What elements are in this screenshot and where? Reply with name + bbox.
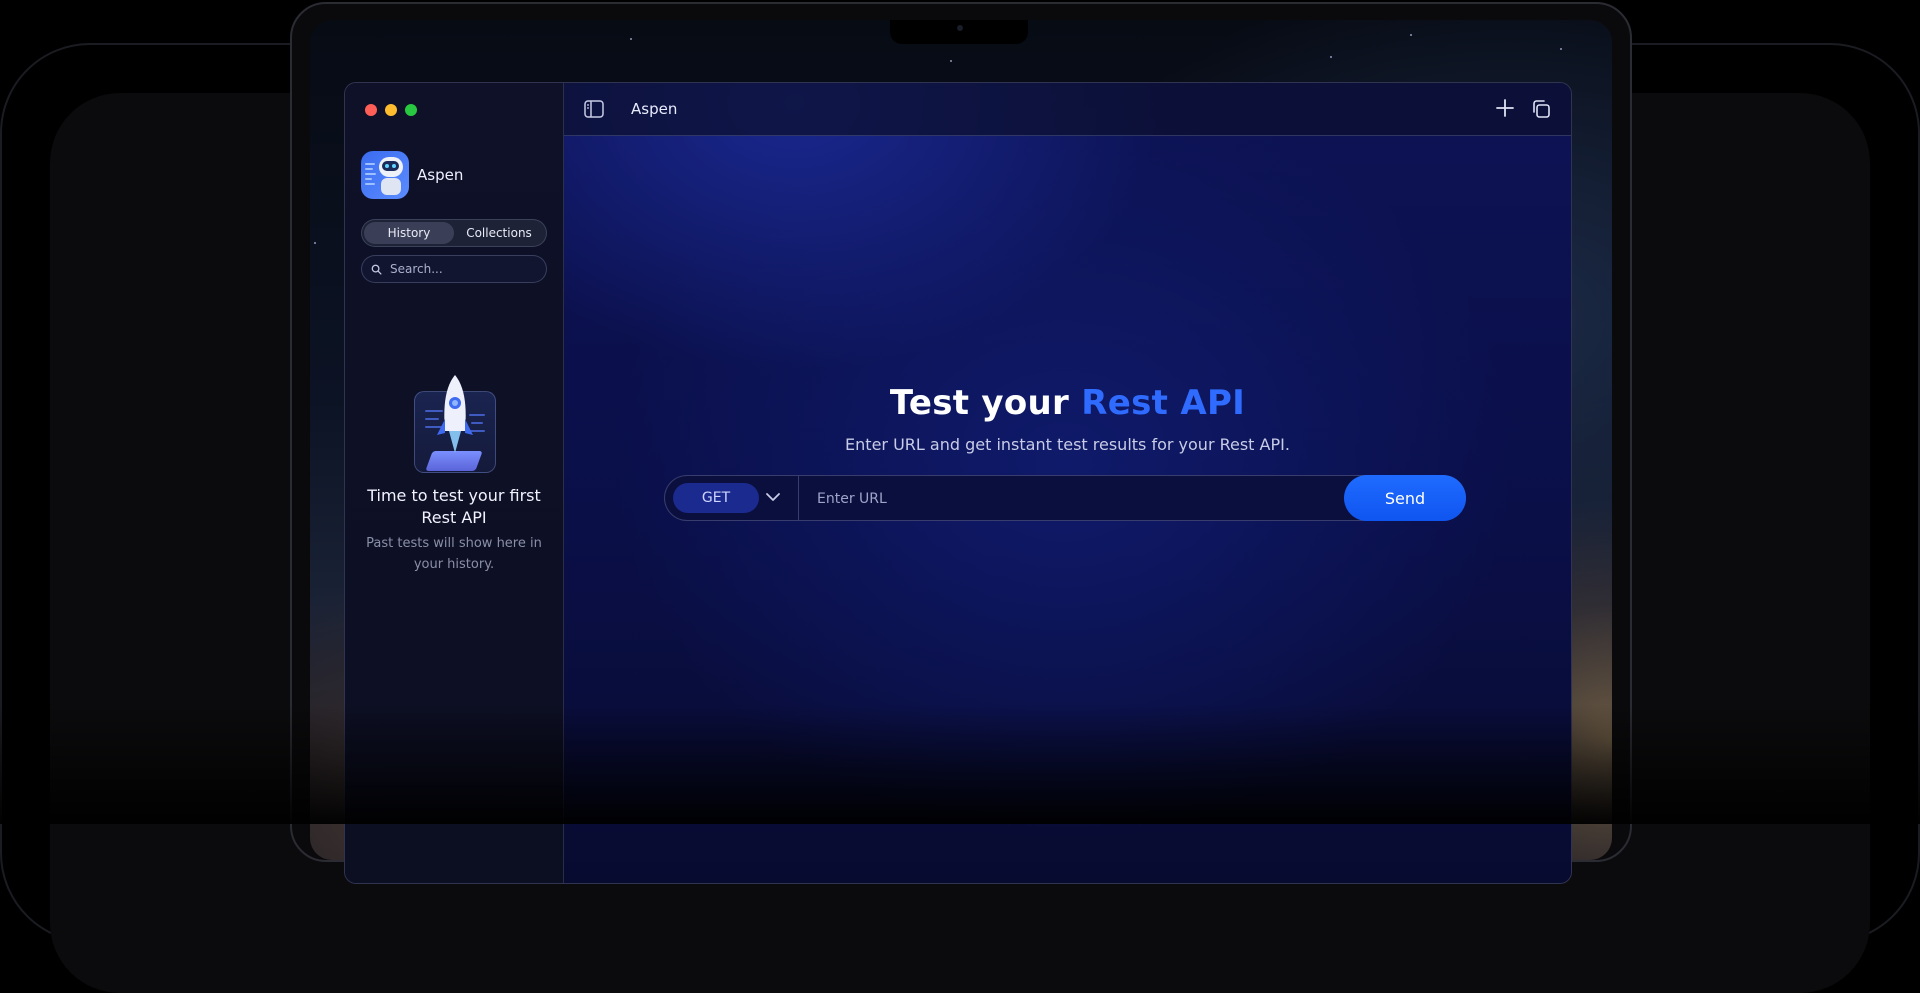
empty-state-subtitle: Past tests will show here in your histor… [366, 536, 542, 572]
tab-collections[interactable]: Collections [454, 222, 544, 244]
chevron-down-icon[interactable] [765, 491, 781, 503]
hero-section: Test your Rest API Enter URL and get ins… [564, 383, 1571, 454]
minimize-window-button[interactable] [385, 104, 397, 116]
empty-state-title: Time to test your first Rest API [367, 486, 541, 527]
page-subtitle: Enter URL and get instant test results f… [845, 435, 1290, 454]
window-title: Aspen [631, 100, 678, 118]
camera-lens [957, 25, 963, 31]
toolbar: Aspen [564, 83, 1571, 136]
bottom-fade [0, 704, 1920, 824]
close-window-button[interactable] [365, 104, 377, 116]
page-title: Test your Rest API [564, 383, 1571, 423]
history-collections-toggle: History Collections [361, 219, 547, 247]
zoom-window-button[interactable] [405, 104, 417, 116]
rocket-icon [409, 373, 499, 473]
request-bar-divider [798, 476, 799, 520]
url-input[interactable] [815, 487, 1339, 511]
app-brand: Aspen [361, 151, 463, 199]
send-button[interactable]: Send [1344, 475, 1466, 521]
camera-notch [890, 20, 1028, 44]
http-method-select[interactable]: GET [673, 483, 759, 513]
copy-icon[interactable] [1531, 99, 1551, 119]
tab-history[interactable]: History [364, 222, 454, 244]
window-controls [365, 104, 417, 116]
request-bar: GET Send [664, 475, 1466, 521]
search-box [361, 255, 547, 283]
search-input[interactable] [388, 261, 542, 277]
page-title-prefix: Test your [889, 383, 1082, 423]
sidebar-toggle-icon[interactable] [584, 100, 604, 118]
page-title-accent: Rest API [1081, 383, 1246, 423]
plus-icon[interactable] [1495, 98, 1515, 118]
app-name: Aspen [417, 166, 464, 184]
search-icon [371, 264, 382, 275]
history-empty-state: Time to test your first Rest API Past te… [345, 373, 563, 575]
app-logo-icon [361, 151, 409, 199]
